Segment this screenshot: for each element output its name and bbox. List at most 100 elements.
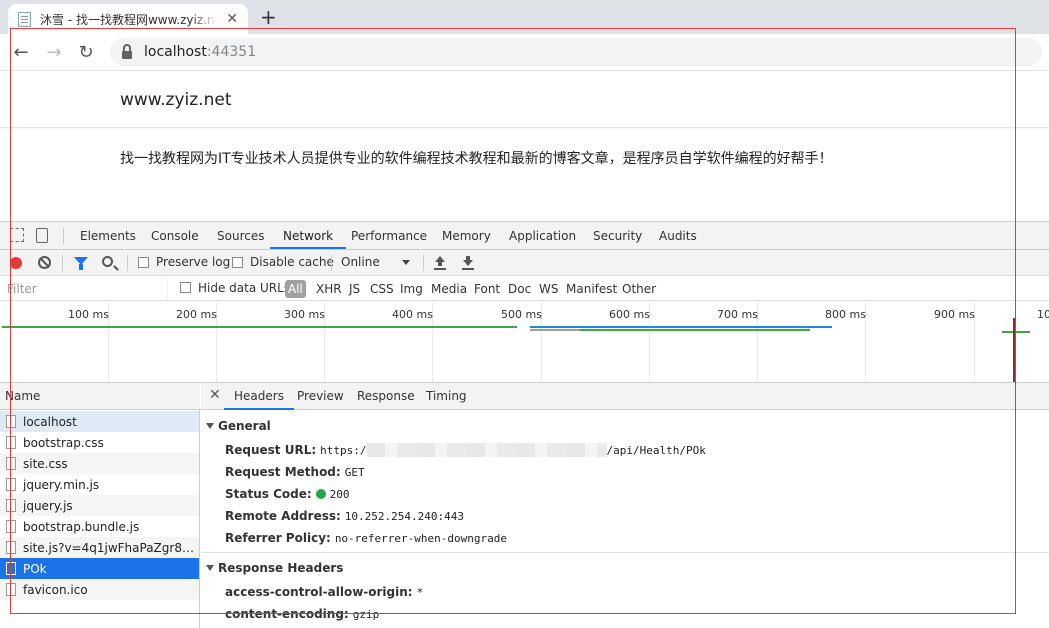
request-row[interactable]: bootstrap.css: [0, 432, 199, 453]
toolbar-separator: [62, 255, 63, 271]
content-encoding-value: gzip: [352, 608, 380, 621]
request-method-value: GET: [344, 466, 365, 479]
tab-security[interactable]: Security: [593, 222, 642, 249]
site-brand-link[interactable]: www.zyiz.net: [120, 90, 232, 110]
device-toggle-icon[interactable]: [36, 228, 48, 243]
type-filter-font[interactable]: Font: [474, 281, 500, 297]
devtools-panel: Elements Console Sources Network Perform…: [0, 221, 1049, 628]
clear-icon[interactable]: [38, 256, 51, 269]
requests-list-header[interactable]: Name: [0, 383, 200, 410]
back-arrow-icon[interactable]: ←: [8, 40, 34, 66]
disable-cache-checkbox[interactable]: [232, 257, 243, 268]
tab-sources[interactable]: Sources: [217, 222, 264, 249]
general-section-title: General: [218, 419, 271, 433]
type-filter-js[interactable]: JS: [349, 281, 360, 297]
request-row[interactable]: jquery.js: [0, 495, 199, 516]
network-overview-timeline[interactable]: 100 ms 200 ms 300 ms 400 ms 500 ms 600 m…: [0, 302, 1049, 383]
type-filter-other[interactable]: Other: [622, 281, 656, 297]
tab-audits[interactable]: Audits: [659, 222, 697, 249]
file-icon: [6, 583, 16, 596]
record-icon[interactable]: [10, 257, 22, 269]
tab-timing[interactable]: Timing: [426, 383, 467, 410]
type-filter-ws[interactable]: WS: [539, 281, 558, 297]
type-filter-img[interactable]: Img: [400, 281, 423, 297]
inspect-element-icon[interactable]: [10, 228, 24, 242]
request-row-selected[interactable]: POk: [0, 558, 199, 579]
document-icon: [6, 415, 16, 428]
general-section-toggle[interactable]: General: [206, 419, 271, 433]
filter-input[interactable]: [0, 278, 168, 300]
page-favicon-icon: [18, 11, 31, 27]
response-headers-title: Response Headers: [218, 561, 344, 575]
hide-data-urls-checkbox[interactable]: [180, 282, 191, 293]
toolbar-separator: [423, 255, 424, 271]
timeline-tick: 700 ms: [717, 308, 758, 321]
chevron-down-icon[interactable]: [402, 260, 410, 265]
request-row[interactable]: localhost: [0, 411, 199, 432]
request-name: localhost: [23, 414, 77, 429]
browser-tab-title: 沐雪 - 找一找教程网www.zyiz.net: [40, 12, 218, 27]
tab-network[interactable]: Network: [270, 222, 347, 249]
tab-performance[interactable]: Performance: [351, 222, 427, 249]
filter-icon[interactable]: [74, 257, 88, 270]
request-url-label: Request URL:: [225, 443, 317, 457]
export-har-icon[interactable]: [462, 256, 474, 270]
network-toolbar: Preserve log Disable cache Online: [0, 250, 1049, 276]
request-name: jquery.min.js: [23, 477, 100, 492]
toolbar-separator: [127, 255, 128, 271]
content-encoding-row: content-encoding: gzip: [225, 607, 379, 621]
browser-tab[interactable]: 沐雪 - 找一找教程网www.zyiz.net ✕: [8, 4, 248, 34]
tab-preview[interactable]: Preview: [297, 383, 344, 410]
import-har-icon[interactable]: [434, 256, 446, 270]
type-filter-manifest[interactable]: Manifest: [566, 281, 617, 297]
requests-list: Name localhost bootstrap.css site.css jq…: [0, 383, 200, 628]
forward-arrow-icon[interactable]: →: [41, 40, 67, 66]
request-name: bootstrap.bundle.js: [23, 519, 140, 534]
tab-elements[interactable]: Elements: [80, 222, 136, 249]
disable-cache-label: Disable cache: [250, 255, 334, 269]
tab-memory[interactable]: Memory: [442, 222, 491, 249]
remote-address-row: Remote Address: 10.252.254.240:443: [225, 509, 464, 523]
type-filter-xhr[interactable]: XHR: [316, 281, 342, 297]
page-lead-text: 找一找教程网为IT专业技术人员提供专业的软件编程技术教程和最新的博客文章，是程序…: [120, 151, 833, 167]
request-url-row: Request URL: https:/ /api/Health/POk: [225, 443, 706, 457]
remote-address-value: 10.252.254.240:443: [344, 510, 465, 523]
toolbar-separator: [331, 255, 332, 271]
throttling-select[interactable]: Online: [341, 255, 380, 269]
tab-close-icon[interactable]: ✕: [226, 11, 238, 27]
response-headers-toggle[interactable]: Response Headers: [206, 561, 343, 575]
tab-response[interactable]: Response: [357, 383, 415, 410]
referrer-policy-label: Referrer Policy:: [225, 531, 331, 545]
status-code-value: 200: [329, 488, 350, 501]
request-row[interactable]: favicon.ico: [0, 579, 199, 600]
reload-icon[interactable]: ↻: [73, 40, 99, 66]
referrer-policy-row: Referrer Policy: no-referrer-when-downgra…: [225, 531, 507, 545]
new-tab-button[interactable]: +: [260, 4, 277, 30]
address-bar[interactable]: localhost:44351: [110, 38, 1042, 66]
request-row[interactable]: bootstrap.bundle.js: [0, 516, 199, 537]
tab-application[interactable]: Application: [509, 222, 576, 249]
section-divider: [201, 552, 1049, 553]
details-tabbar: ✕ Headers Preview Response Timing: [201, 383, 1049, 410]
close-icon[interactable]: ✕: [209, 387, 221, 403]
preserve-log-checkbox[interactable]: [138, 257, 149, 268]
type-filter-css[interactable]: CSS: [370, 281, 394, 297]
web-page: www.zyiz.net 找一找教程网为IT专业技术人员提供专业的软件编程技术教…: [0, 72, 1049, 221]
browser-toolbar: ← → ↻ localhost:44351: [0, 34, 1049, 71]
request-row[interactable]: jquery.min.js: [0, 474, 199, 495]
request-row[interactable]: site.js?v=4q1jwFhaPaZgr8WAU...: [0, 537, 199, 558]
tab-headers[interactable]: Headers: [224, 383, 294, 410]
request-name: site.css: [23, 456, 68, 471]
url-port: :44351: [206, 44, 257, 60]
lock-icon[interactable]: [122, 43, 132, 59]
timeline-bar: [530, 329, 580, 331]
request-row[interactable]: site.css: [0, 453, 199, 474]
file-icon: [6, 541, 16, 554]
tab-console[interactable]: Console: [151, 222, 199, 249]
request-name: favicon.ico: [23, 582, 88, 597]
type-filter-all[interactable]: All: [285, 280, 306, 298]
search-icon[interactable]: [102, 256, 113, 267]
type-filter-media[interactable]: Media: [431, 281, 467, 297]
type-filter-doc[interactable]: Doc: [508, 281, 531, 297]
file-icon: [6, 499, 16, 512]
